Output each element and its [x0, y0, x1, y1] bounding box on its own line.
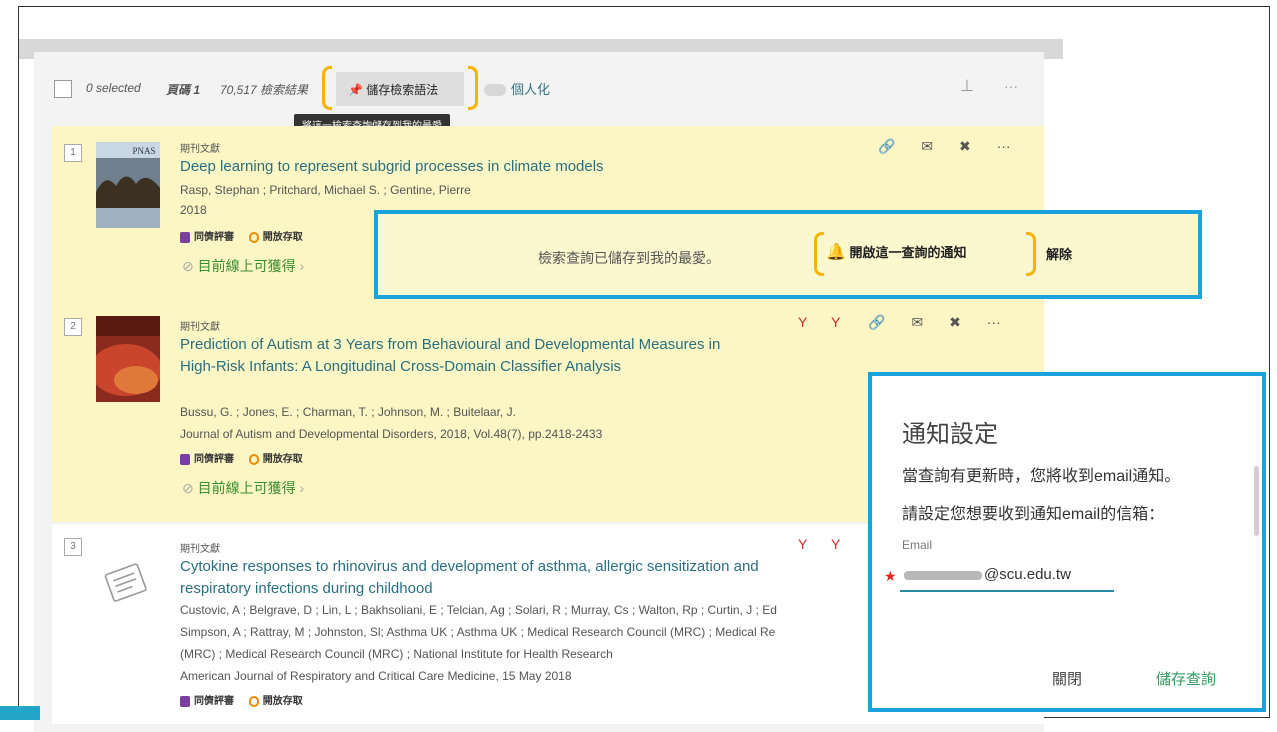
email-icon[interactable]: ✉	[912, 314, 924, 330]
result-authors-cont: (MRC) ; Medical Research Council (MRC) ;…	[180, 647, 613, 661]
email-label: Email	[902, 538, 933, 552]
journal-cover[interactable]	[90, 316, 162, 402]
highlight-bracket-right	[468, 66, 478, 110]
result-number: 1	[64, 144, 82, 162]
pin-icon[interactable]: ✖	[949, 314, 961, 330]
open-access-icon	[248, 695, 259, 707]
pin-icon[interactable]: ✖	[959, 138, 971, 154]
notification-settings-dialog: 通知設定 當查詢有更新時，您將收到email通知。 請設定您想要收到通知emai…	[868, 372, 1266, 712]
result-count: 70,517 檢索結果	[220, 83, 309, 97]
open-access-icon	[248, 453, 259, 465]
personalize-toggle[interactable]	[484, 84, 506, 96]
result-number: 3	[64, 538, 82, 556]
more-icon[interactable]: ···	[1004, 78, 1018, 94]
journal-cover[interactable]: PNAS	[96, 142, 160, 228]
generic-document-icon[interactable]	[96, 542, 160, 628]
result-number: 2	[64, 318, 82, 336]
dialog-title: 通知設定	[902, 421, 998, 448]
link-icon[interactable]: 🔗	[868, 314, 885, 330]
save-query-button[interactable]: 📌 儲存檢索語法	[336, 72, 464, 106]
citing-icon[interactable]: Y	[831, 536, 840, 552]
link-icon: ⊘	[182, 258, 198, 274]
highlight-bracket-right	[1026, 232, 1036, 276]
result-title[interactable]: Cytokine responses to rhinovirus and dev…	[180, 556, 800, 600]
result-authors: Rasp, Stephan ; Pritchard, Michael S. ; …	[180, 183, 471, 197]
result-authors-cont: Simpson, A ; Rattray, M ; Johnston, Sl; …	[180, 625, 776, 639]
cited-by-icon[interactable]: Y	[798, 314, 807, 330]
enable-notification-button[interactable]: 🔔 開啟這一查詢的通知	[826, 242, 967, 262]
highlight-bracket-left	[322, 66, 332, 110]
result-authors: Bussu, G. ; Jones, E. ; Charman, T. ; Jo…	[180, 405, 516, 419]
results-toolbar: 0 selected 頁碼 1 70,517 檢索結果 📌 儲存檢索語法 個人化…	[34, 60, 1044, 135]
selected-count: 0 selected	[86, 81, 141, 95]
peer-review-icon	[180, 231, 190, 243]
result-title[interactable]: Prediction of Autism at 3 Years from Beh…	[180, 334, 740, 378]
result-type: 期刊文獻	[180, 322, 220, 333]
saved-message: 檢索查詢已儲存到我的最愛。	[538, 250, 720, 266]
pin-icon: 📌	[348, 83, 363, 97]
availability-link[interactable]: ⊘ 目前線上可獲得 ›	[182, 256, 304, 276]
select-all-checkbox[interactable]	[54, 80, 72, 98]
result-source: Journal of Autism and Developmental Diso…	[180, 427, 603, 441]
highlight-bracket-left	[814, 232, 824, 276]
email-field[interactable]: @scu.edu.tw	[900, 562, 1114, 592]
more-icon[interactable]: ···	[997, 138, 1011, 154]
svg-text:PNAS: PNAS	[132, 146, 155, 156]
accent-bar	[0, 706, 40, 720]
personalize-label[interactable]: 個人化	[511, 79, 550, 98]
result-badges: 同儕評審 開放存取	[180, 692, 315, 707]
cited-by-icon[interactable]: Y	[798, 536, 807, 552]
result-type: 期刊文獻	[180, 544, 220, 555]
result-title[interactable]: Deep learning to represent subgrid proce…	[180, 156, 780, 178]
pin-icon[interactable]: ⊥	[960, 76, 974, 96]
email-icon[interactable]: ✉	[921, 138, 933, 154]
dismiss-button[interactable]: 解除	[1046, 244, 1072, 263]
link-icon: ⊘	[182, 480, 198, 496]
saved-query-banner: 檢索查詢已儲存到我的最愛。 🔔 開啟這一查詢的通知 解除	[374, 210, 1202, 299]
peer-review-icon	[180, 695, 190, 707]
dialog-scrollbar[interactable]	[1254, 466, 1259, 536]
result-actions: 🔗 ✉ ✖ ···	[878, 138, 1011, 155]
dialog-text-line2: 請設定您想要收到通知email的信箱：	[902, 506, 1165, 523]
citing-icon[interactable]: Y	[831, 314, 840, 330]
more-icon[interactable]: ···	[987, 314, 1001, 330]
bell-icon: 🔔	[826, 244, 846, 261]
dialog-text-line1: 當查詢有更新時，您將收到email通知。	[902, 468, 1181, 485]
result-badges: 同儕評審 開放存取	[180, 228, 315, 243]
result-type: 期刊文獻	[180, 144, 220, 155]
required-star: ★	[884, 568, 897, 584]
save-query-button[interactable]: 儲存查詢	[1156, 668, 1216, 689]
redacted-text	[904, 570, 982, 580]
page-label: 頁碼 1	[166, 83, 201, 97]
result-actions: Y Y 🔗 ✉ ✖ ···	[798, 314, 1001, 331]
open-access-icon	[248, 231, 259, 243]
link-icon[interactable]: 🔗	[878, 138, 895, 154]
result-badges: 同儕評審 開放存取	[180, 450, 315, 465]
close-button[interactable]: 關閉	[1052, 668, 1082, 689]
result-actions: Y Y	[798, 536, 840, 552]
result-authors: Custovic, A ; Belgrave, D ; Lin, L ; Bak…	[180, 603, 777, 617]
availability-link[interactable]: ⊘ 目前線上可獲得 ›	[182, 478, 304, 498]
result-source: American Journal of Respiratory and Crit…	[180, 669, 572, 683]
peer-review-icon	[180, 453, 190, 465]
